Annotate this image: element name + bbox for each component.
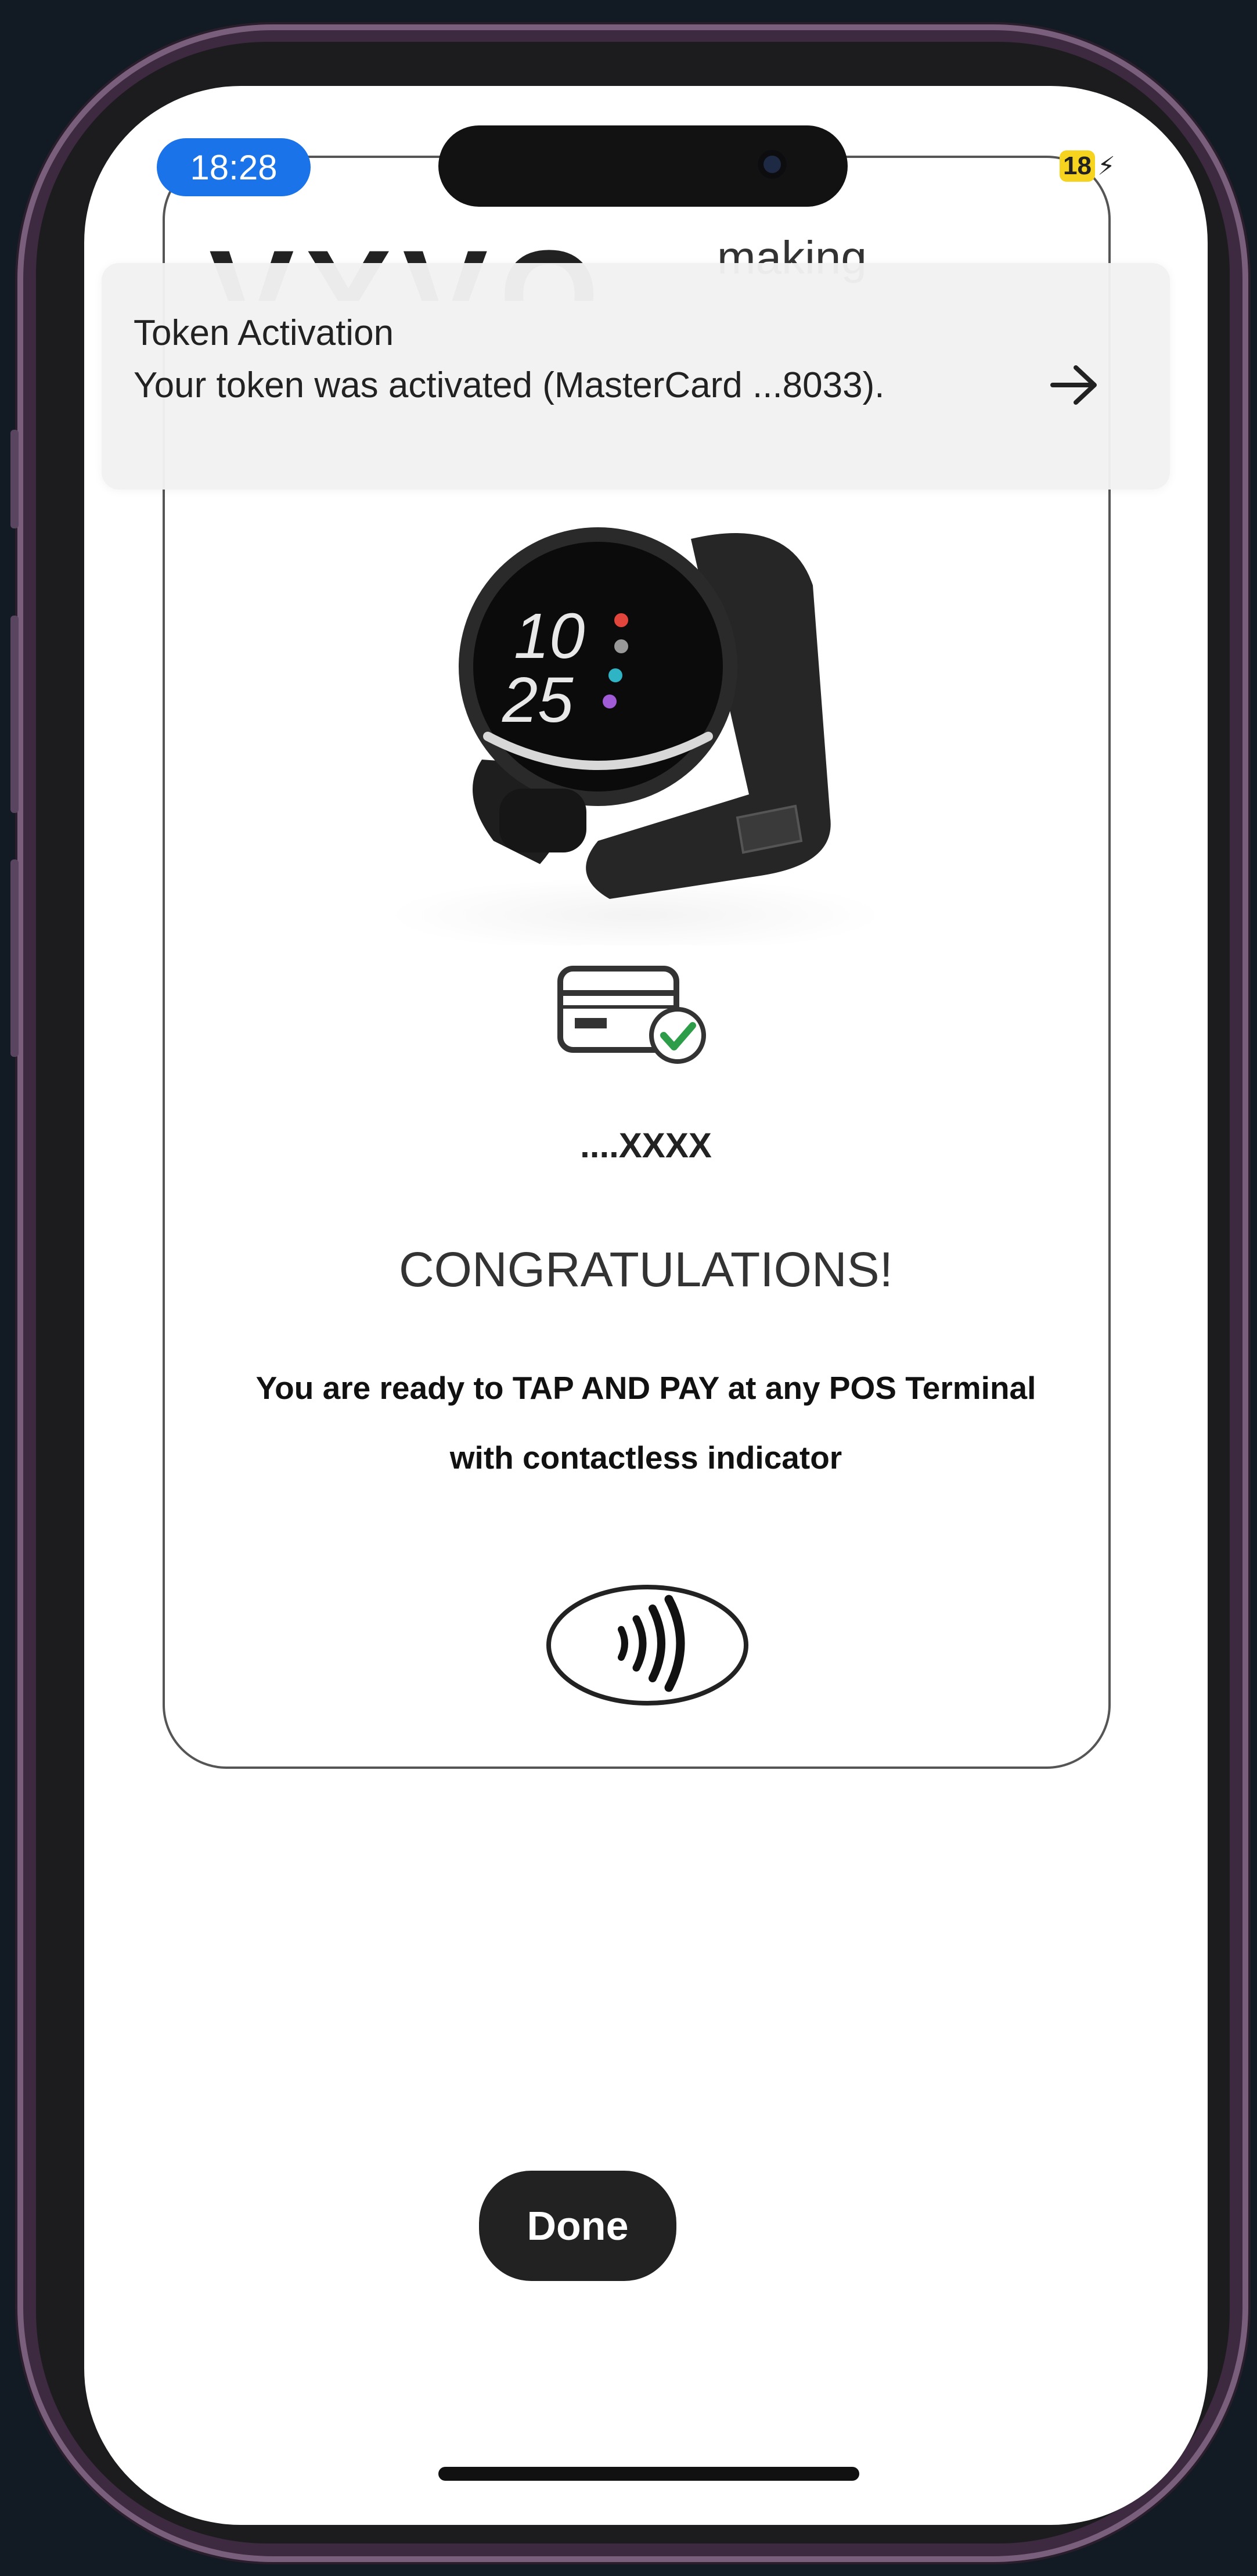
battery-level: 18 <box>1060 150 1095 182</box>
notification-title: Token Activation <box>134 313 394 353</box>
tap-pay-message-line2: with contactless indicator <box>449 1440 842 1476</box>
masked-card-number: ....XXXX <box>580 1126 712 1165</box>
card-check-icon <box>549 957 723 1073</box>
smartwatch-image: 10 25 <box>389 492 883 957</box>
tap-pay-message-line1: You are ready to TAP AND PAY at any POS … <box>255 1370 1036 1406</box>
contactless-icon <box>540 1578 755 1712</box>
charging-bolt-icon: ⚡ <box>1097 152 1115 181</box>
screen: VYVO making 18:28 18 ⚡ Token Activation … <box>84 86 1208 2525</box>
volume-up-button <box>10 616 19 813</box>
camera-icon <box>758 150 787 179</box>
home-indicator[interactable] <box>438 2467 859 2481</box>
action-button <box>10 430 19 528</box>
watch-hour: 10 <box>514 600 585 672</box>
status-time: 18:28 <box>157 138 311 196</box>
notification-body: Your token was activated (MasterCard ...… <box>134 365 885 405</box>
done-button[interactable]: Done <box>479 2171 676 2281</box>
volume-down-button <box>10 859 19 1057</box>
congratulations-heading: CONGRATULATIONS! <box>399 1242 893 1297</box>
battery-indicator: 18 ⚡ <box>1060 149 1115 184</box>
watch-minute: 25 <box>502 664 574 736</box>
arrow-right-icon[interactable] <box>1042 353 1106 417</box>
